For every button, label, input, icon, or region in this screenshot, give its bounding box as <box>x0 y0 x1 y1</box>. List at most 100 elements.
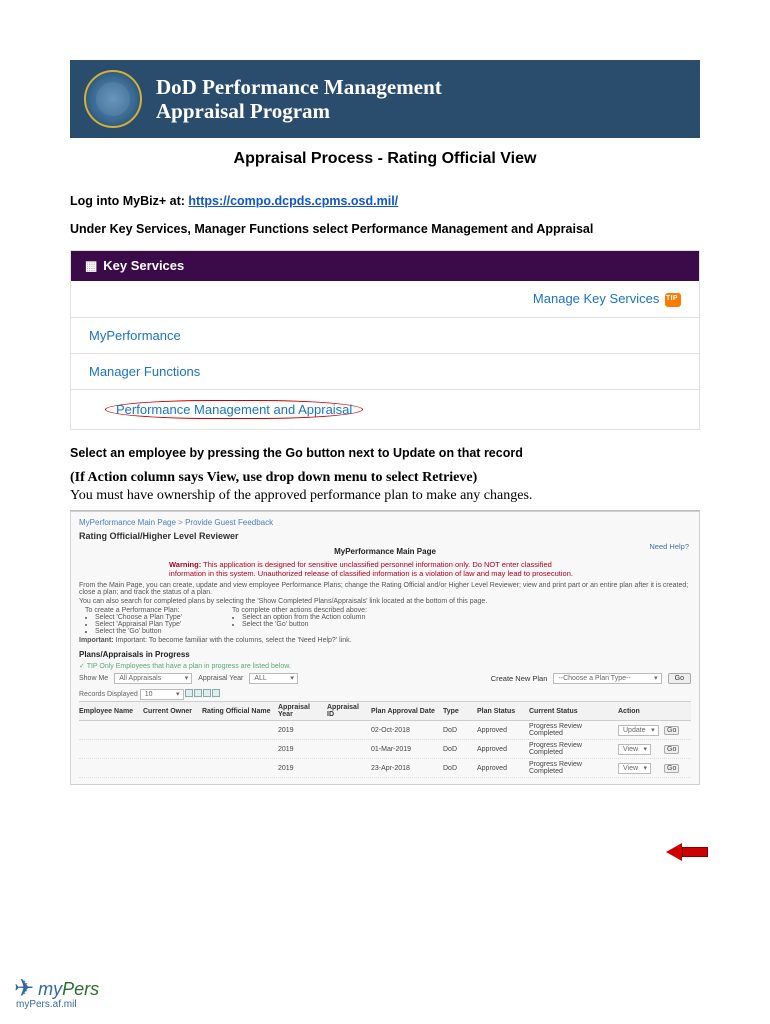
show-me-label: Show Me <box>79 675 108 682</box>
main-page-heading: MyPerformance Main Page <box>79 547 691 556</box>
cell-year: 2019 <box>278 727 323 734</box>
cell-pstatus: Approved <box>477 765 525 772</box>
step-1-instruction: Under Key Services, Manager Functions se… <box>70 222 700 236</box>
col-approval-date[interactable]: Plan Approval Date <box>371 708 439 715</box>
table-header: Employee Name Current Owner Rating Offic… <box>79 701 691 721</box>
plans-in-progress-heading: Plans/Appraisals in Progress <box>79 650 691 659</box>
filter-row: Show Me All Appraisals Appraisal Year AL… <box>79 673 691 684</box>
crumb-current: Provide Guest Feedback <box>185 518 273 527</box>
go-button[interactable]: Go <box>664 745 679 754</box>
col-rating-official[interactable]: Rating Official Name <box>202 708 274 715</box>
login-instruction: Log into MyBiz+ at: https://compo.dcpds.… <box>70 194 700 208</box>
plan-type-select[interactable]: --Choose a Plan Type-- <box>553 673 661 684</box>
col-current-status[interactable]: Current Status <box>529 708 614 715</box>
bullet-left-2: Select the 'Go' button <box>85 628 182 635</box>
col-owner[interactable]: Current Owner <box>143 708 198 715</box>
show-me-select[interactable]: All Appraisals <box>114 673 192 684</box>
appraisal-year-label: Appraisal Year <box>198 675 243 682</box>
col-id[interactable]: Appraisal ID <box>327 704 367 718</box>
logo-pers: Pers <box>62 979 99 999</box>
create-plan-go-button[interactable]: Go <box>668 673 691 684</box>
login-prefix: Log into MyBiz+ at: <box>70 194 188 208</box>
col-type[interactable]: Type <box>443 708 473 715</box>
warning-label: Warning: <box>169 560 201 569</box>
wing-icon: ✈ <box>14 977 34 1001</box>
table-row: 2019 02-Oct-2018 DoD Approved Progress R… <box>79 721 691 740</box>
important-text: Important: To become familiar with the c… <box>116 637 352 644</box>
cell-cstatus: Progress Review Completed <box>529 761 614 775</box>
ownership-note: You must have ownership of the approved … <box>70 488 700 504</box>
bullet-left-1: Select 'Appraisal Plan Type' <box>85 621 182 628</box>
perf-mgmt-appraisal-link[interactable]: Performance Management and Appraisal <box>105 400 363 419</box>
manage-key-services-link[interactable]: Manage Key Services <box>533 291 659 306</box>
cell-year: 2019 <box>278 765 323 772</box>
create-plan-bullets: Select 'Choose a Plan Type' Select 'Appr… <box>85 614 182 635</box>
bullet-right-1: Select the 'Go' button <box>232 621 367 628</box>
dod-banner: DoD Performance Management Appraisal Pro… <box>70 60 700 138</box>
mybiz-link[interactable]: https://compo.dcpds.cpms.osd.mil/ <box>188 194 398 208</box>
manager-functions-link[interactable]: Manager Functions <box>71 354 699 390</box>
footer-url[interactable]: myPers.af.mil <box>16 999 99 1010</box>
myperformance-screenshot: MyPerformance Main Page > Provide Guest … <box>70 511 700 786</box>
intro-text: From the Main Page, you can create, upda… <box>79 582 691 596</box>
col-year[interactable]: Appraisal Year <box>278 704 323 718</box>
page-title: Appraisal Process - Rating Official View <box>70 150 700 168</box>
warning-text: Warning: This application is designed fo… <box>169 560 589 579</box>
col-action: Action <box>618 708 660 715</box>
cell-type: DoD <box>443 746 473 753</box>
records-displayed: Records Displayed 10 <box>79 689 691 700</box>
cell-type: DoD <box>443 727 473 734</box>
create-plan-head: To create a Performance Plan: <box>85 607 182 614</box>
manage-key-services-row: Manage Key Services <box>71 281 699 318</box>
col-employee[interactable]: Employee Name <box>79 708 139 715</box>
toolbar-icons <box>185 689 221 699</box>
breadcrumb: MyPerformance Main Page > Provide Guest … <box>79 518 691 527</box>
important-note: Important: Important: To become familiar… <box>79 637 691 644</box>
bullet-left-0: Select 'Choose a Plan Type' <box>85 614 182 621</box>
crumb-main[interactable]: MyPerformance Main Page <box>79 518 176 527</box>
records-select[interactable]: 10 <box>140 689 184 700</box>
footer-logo: ✈ myPers myPers.af.mil <box>14 977 99 1010</box>
perf-mgmt-appraisal-row: Performance Management and Appraisal <box>71 390 699 429</box>
cell-pstatus: Approved <box>477 727 525 734</box>
cell-cstatus: Progress Review Completed <box>529 723 614 737</box>
intro-text-2: You can also search for completed plans … <box>79 598 691 605</box>
action-select[interactable]: View <box>618 763 651 774</box>
key-services-panel: ▦ Key Services Manage Key Services MyPerf… <box>70 250 700 430</box>
cell-pstatus: Approved <box>477 746 525 753</box>
retrieve-note: (If Action column says View, use drop do… <box>70 470 700 486</box>
callout-arrow-icon <box>666 843 708 861</box>
table-row: 2019 23-Apr-2018 DoD Approved Progress R… <box>79 759 691 778</box>
tab-rating-official: Rating Official/Higher Level Reviewer <box>79 531 691 541</box>
action-select[interactable]: Update <box>618 725 659 736</box>
need-help-link[interactable]: Need Help? <box>649 542 689 551</box>
cell-date: 23-Apr-2018 <box>371 765 439 772</box>
col-plan-status[interactable]: Plan Status <box>477 708 525 715</box>
cell-date: 01-Mar-2019 <box>371 746 439 753</box>
tip-text: ✓ TIP Only Employees that have a plan in… <box>79 662 691 670</box>
key-services-label: Key Services <box>103 258 184 273</box>
banner-heading-1: DoD Performance Management <box>156 75 442 99</box>
banner-heading-2: Appraisal Program <box>156 99 442 123</box>
table-row: 2019 01-Mar-2019 DoD Approved Progress R… <box>79 740 691 759</box>
myperformance-link[interactable]: MyPerformance <box>71 318 699 354</box>
key-services-header: ▦ Key Services <box>71 251 699 281</box>
action-select[interactable]: View <box>618 744 651 755</box>
appraisal-year-select[interactable]: ALL <box>249 673 297 684</box>
warning-body: This application is designed for sensiti… <box>169 560 573 578</box>
logo-my: my <box>38 979 62 999</box>
cell-cstatus: Progress Review Completed <box>529 742 614 756</box>
dod-seal-icon <box>84 70 142 128</box>
go-button[interactable]: Go <box>664 764 679 773</box>
complete-actions-head: To complete other actions described abov… <box>232 607 367 614</box>
cell-year: 2019 <box>278 746 323 753</box>
create-new-plan-label: Create New Plan <box>491 674 548 683</box>
go-button[interactable]: Go <box>664 726 679 735</box>
step-2-instruction: Select an employee by pressing the Go bu… <box>70 446 700 460</box>
bullet-right-0: Select an option from the Action column <box>232 614 367 621</box>
cell-date: 02-Oct-2018 <box>371 727 439 734</box>
grid-icon: ▦ <box>85 258 97 274</box>
complete-actions-bullets: Select an option from the Action column … <box>232 614 367 628</box>
crumb-sep: > <box>178 518 183 527</box>
tip-badge-icon <box>665 293 681 307</box>
